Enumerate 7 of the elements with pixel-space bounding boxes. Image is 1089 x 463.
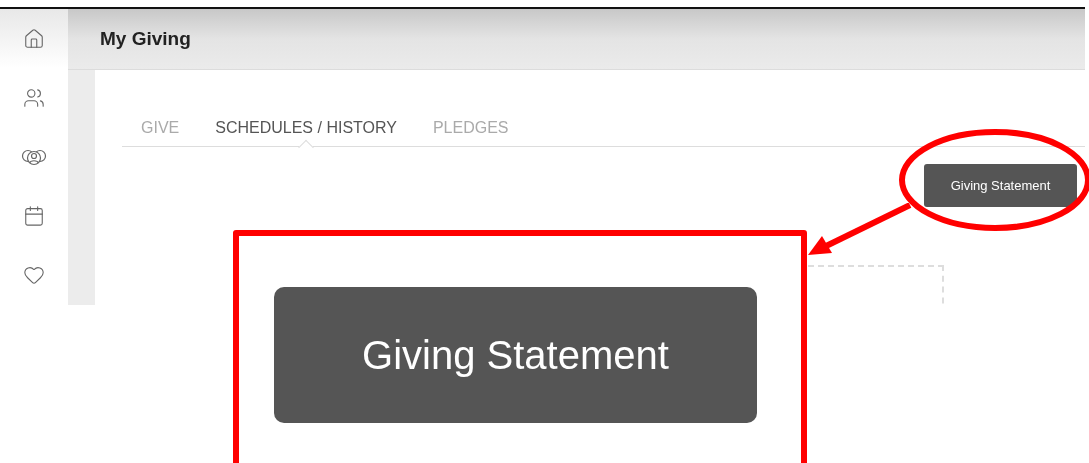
people-icon[interactable] <box>23 86 45 109</box>
calendar-icon[interactable] <box>23 205 45 228</box>
home-icon[interactable] <box>23 27 45 50</box>
page-title: My Giving <box>100 26 191 51</box>
tab[interactable]: SCHEDULES / HISTORY <box>215 108 397 147</box>
giving-statement-button[interactable]: Giving Statement <box>924 164 1077 207</box>
heart-icon[interactable] <box>23 264 45 287</box>
